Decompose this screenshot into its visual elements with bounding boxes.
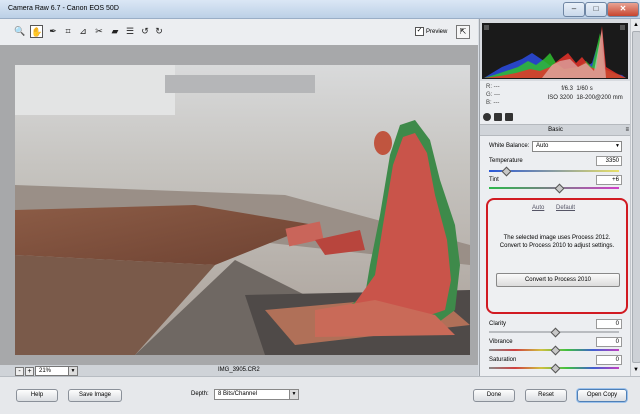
- tab-detail-icon[interactable]: [505, 113, 513, 121]
- chevron-down-icon: ▼: [68, 367, 77, 375]
- preview-toggle[interactable]: ✓ Preview: [415, 27, 447, 36]
- rgb-readout: R: --- G: --- B: ---: [486, 83, 500, 107]
- straighten-tool-icon[interactable]: ⊿: [77, 25, 89, 37]
- saturation-label: Saturation: [489, 357, 517, 363]
- temperature-field[interactable]: 3350: [596, 156, 622, 166]
- depth-value: 8 Bits/Channel: [218, 391, 258, 397]
- open-copy-button[interactable]: Open Copy: [577, 389, 627, 402]
- aperture: f/6.3: [561, 86, 573, 92]
- vibrance-slider-thumb[interactable]: [550, 345, 561, 356]
- adjustment-brush-icon[interactable]: ▰: [109, 25, 121, 37]
- help-button[interactable]: Help: [16, 389, 58, 402]
- auto-link[interactable]: Auto: [532, 205, 544, 211]
- bottom-bar: Help Save Image Depth: 8 Bits/Channel ▼ …: [0, 376, 640, 414]
- depth-label: Depth:: [191, 391, 209, 397]
- histogram-graph: [482, 23, 628, 79]
- r-label: R:: [486, 84, 492, 90]
- b-value: ---: [493, 100, 500, 106]
- lens: 18-200@200 mm: [576, 95, 623, 101]
- title-bar: Camera Raw 6.7 - Canon EOS 50D – □ ✕: [0, 0, 640, 19]
- spot-removal-tool-icon[interactable]: ✂: [93, 25, 105, 37]
- photo-preview: [15, 65, 470, 355]
- white-balance-label: White Balance:: [489, 143, 530, 149]
- section-title: Basic: [548, 127, 563, 133]
- right-panel: R: --- G: --- B: --- f/6.3 1/60 s ISO 32…: [479, 19, 631, 376]
- maximize-button[interactable]: □: [585, 2, 607, 17]
- saturation-field[interactable]: 0: [596, 355, 622, 365]
- process-message: The selected image uses Process 2012. Co…: [499, 235, 615, 249]
- scroll-up-icon[interactable]: ▲: [632, 21, 640, 29]
- process-highlight-box: Auto Default The selected image uses Pro…: [486, 198, 628, 314]
- filename: IMG_3905.CR2: [218, 367, 260, 373]
- temperature-slider-thumb[interactable]: [501, 166, 512, 177]
- panel-scrollbar[interactable]: ▲ ▼: [630, 19, 640, 376]
- saturation-slider[interactable]: [489, 363, 619, 374]
- default-link[interactable]: Default: [556, 205, 575, 211]
- minimize-button[interactable]: –: [563, 2, 585, 17]
- hand-tool-icon[interactable]: ✋: [30, 25, 43, 38]
- shadow-clipping-icon: [484, 25, 489, 30]
- zoom-value: 21%: [39, 368, 52, 374]
- panel-tabs: [480, 111, 631, 123]
- fullscreen-icon[interactable]: ⇱: [456, 25, 470, 39]
- section-header: Basic ≡: [480, 124, 631, 136]
- shutter-speed: 1/60 s: [576, 86, 593, 92]
- white-balance-select[interactable]: Auto ▼: [532, 141, 622, 152]
- scroll-down-icon[interactable]: ▼: [632, 366, 640, 374]
- clarity-slider[interactable]: [489, 327, 619, 338]
- temperature-slider[interactable]: [489, 166, 619, 177]
- toolbar: 🔍 ✋ ✒ ⌗ ⊿ ✂ ▰ ☰ ↺ ↻ ✓ Preview ⇱: [0, 19, 478, 45]
- iso: ISO 3200: [547, 95, 573, 101]
- clarity-slider-thumb[interactable]: [550, 327, 561, 338]
- saturation-slider-thumb[interactable]: [550, 363, 561, 374]
- panel-menu-icon[interactable]: ≡: [625, 125, 629, 135]
- histogram: [480, 19, 631, 81]
- b-label: B:: [486, 100, 492, 106]
- rotate-left-icon[interactable]: ↺: [139, 25, 151, 37]
- vibrance-label: Vibrance: [489, 339, 513, 345]
- close-button[interactable]: ✕: [607, 2, 639, 17]
- chevron-down-icon: ▼: [615, 143, 620, 149]
- status-bar: - + 21% ▼ IMG_3905.CR2: [0, 365, 478, 376]
- preferences-icon[interactable]: ☰: [124, 25, 136, 37]
- tint-label: Tint: [489, 177, 499, 183]
- zoom-select[interactable]: 21% ▼: [35, 366, 78, 376]
- g-value: ---: [494, 92, 501, 98]
- preview-checkbox[interactable]: ✓: [415, 27, 424, 36]
- crop-tool-icon[interactable]: ⌗: [62, 25, 74, 37]
- tint-slider-thumb[interactable]: [554, 183, 565, 194]
- rotate-right-icon[interactable]: ↻: [153, 25, 165, 37]
- reset-button[interactable]: Reset: [525, 389, 567, 402]
- save-image-button[interactable]: Save Image: [68, 389, 122, 402]
- zoom-out-button[interactable]: -: [15, 367, 24, 376]
- done-button[interactable]: Done: [473, 389, 515, 402]
- tab-tone-curve-icon[interactable]: [494, 113, 502, 121]
- image-canvas[interactable]: !: [0, 45, 478, 402]
- temperature-label: Temperature: [489, 158, 523, 164]
- zoom-tool-icon[interactable]: 🔍: [14, 25, 26, 37]
- clarity-label: Clarity: [489, 321, 507, 327]
- camera-settings: f/6.3 1/60 s ISO 3200 18-200@200 mm: [528, 85, 623, 103]
- g-label: G:: [486, 92, 493, 98]
- tab-basic-icon[interactable]: [483, 113, 491, 121]
- depth-select[interactable]: 8 Bits/Channel ▼: [214, 389, 299, 400]
- window-title: Camera Raw 6.7 - Canon EOS 50D: [8, 5, 119, 12]
- eyedropper-tool-icon[interactable]: ✒: [47, 25, 59, 37]
- vibrance-field[interactable]: 0: [596, 337, 622, 347]
- chevron-down-icon: ▼: [289, 390, 298, 399]
- zoom-in-button[interactable]: +: [25, 367, 34, 376]
- r-value: ---: [493, 84, 500, 90]
- clarity-field[interactable]: 0: [596, 319, 622, 329]
- scrollbar-thumb[interactable]: [632, 31, 640, 363]
- highlight-clipping-icon: [620, 25, 625, 30]
- convert-process-button[interactable]: Convert to Process 2010: [496, 273, 620, 287]
- tint-field[interactable]: +6: [596, 175, 622, 185]
- preview-label: Preview: [426, 28, 448, 35]
- tint-slider[interactable]: [489, 183, 619, 194]
- white-balance-value: Auto: [536, 143, 549, 149]
- vibrance-slider[interactable]: [489, 345, 619, 356]
